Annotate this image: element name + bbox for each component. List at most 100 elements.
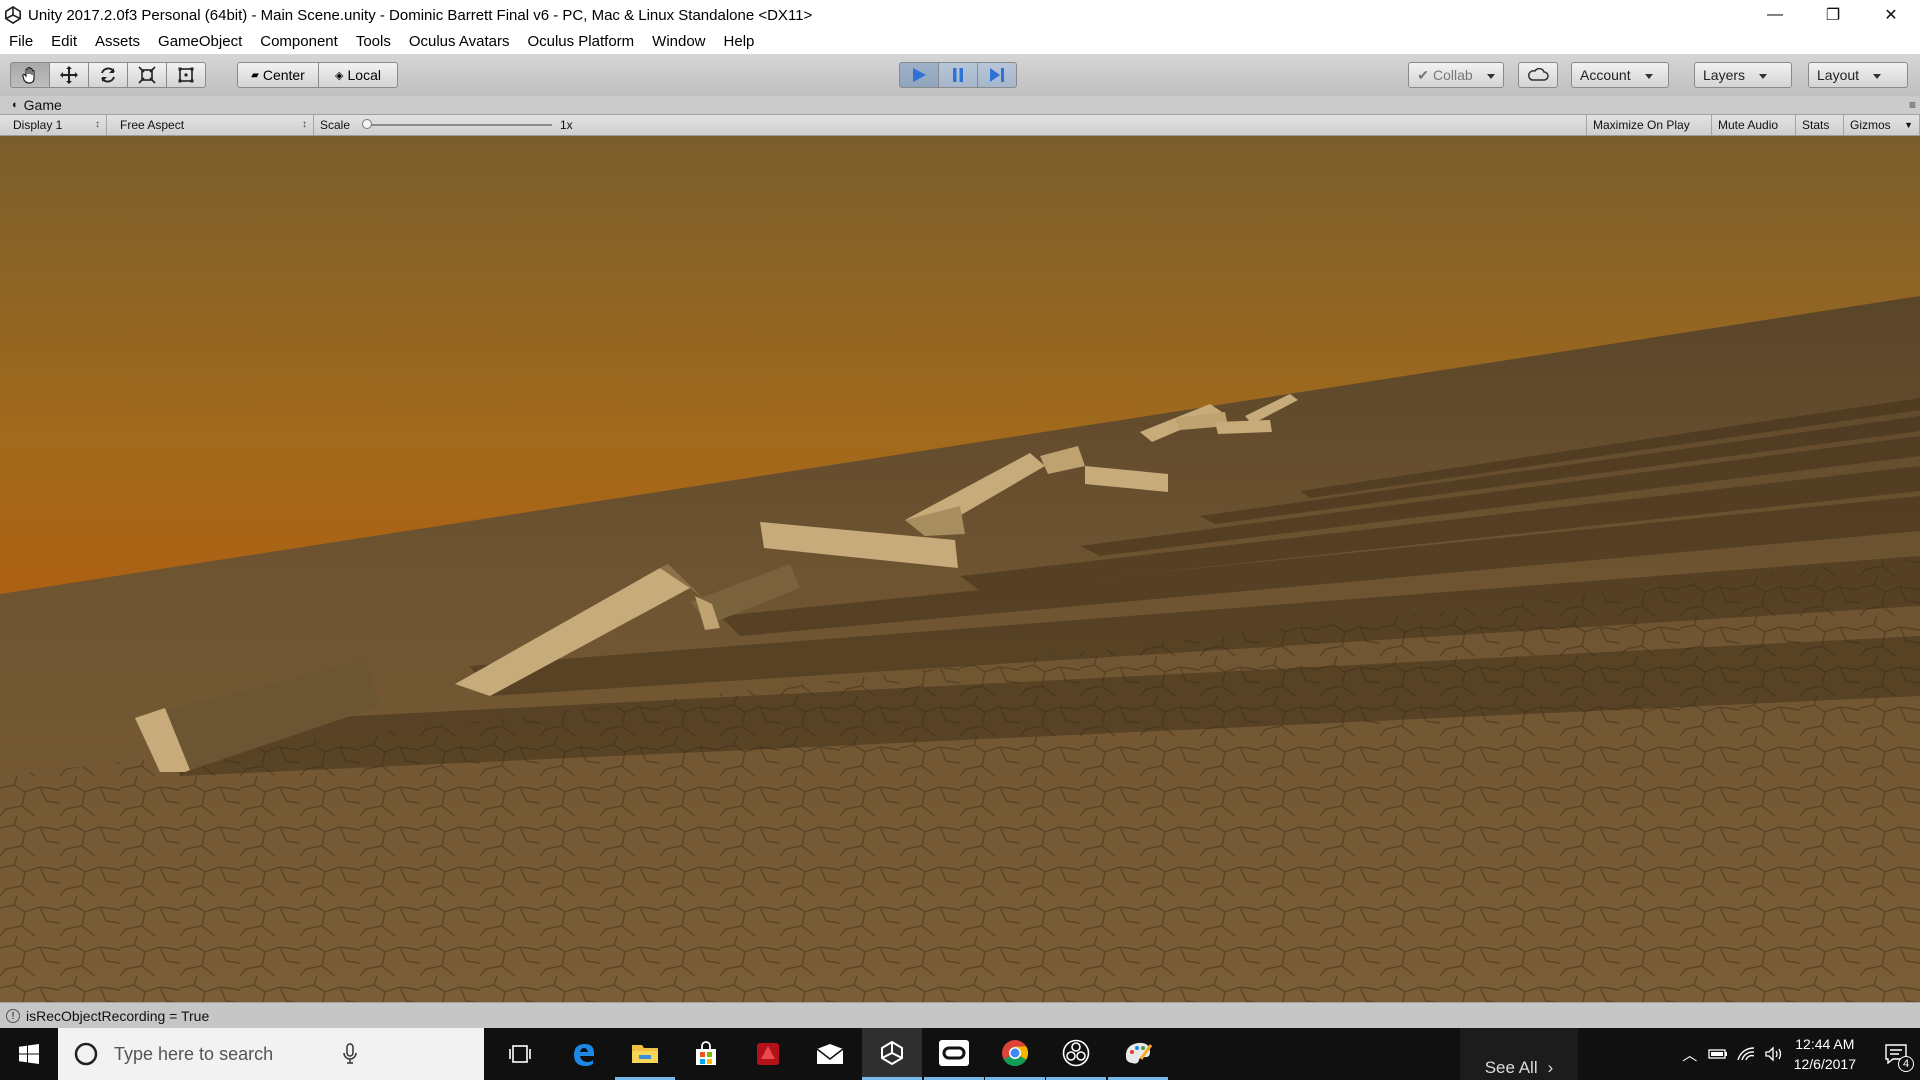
panel-menu-icon[interactable]: ≡ <box>1909 98 1916 112</box>
menu-component[interactable]: Component <box>251 30 347 54</box>
clock[interactable]: 12:44 AM 12/6/2017 <box>1794 1034 1856 1074</box>
menu-help[interactable]: Help <box>715 30 764 54</box>
clock-time: 12:44 AM <box>1795 1036 1855 1052</box>
unity-logo-icon <box>4 6 22 24</box>
cortana-icon <box>74 1042 98 1066</box>
unity-icon <box>881 1040 903 1065</box>
menu-edit[interactable]: Edit <box>42 30 86 54</box>
gizmos-dropdown[interactable]: Gizmos ▼ <box>1844 115 1920 135</box>
battery-glyph <box>1708 1049 1727 1059</box>
game-control-bar: Display 1 Free Aspect Scale 1x Maximize … <box>0 115 1920 136</box>
task-view-button[interactable] <box>490 1028 550 1080</box>
check-icon: ✔ <box>1417 66 1430 83</box>
rotate-tool-button[interactable] <box>88 62 128 88</box>
taskbar-obs[interactable] <box>1046 1028 1106 1080</box>
account-dropdown[interactable]: Account <box>1571 62 1669 88</box>
volume-icon[interactable] <box>1760 1028 1788 1080</box>
minimize-button[interactable]: — <box>1746 0 1804 30</box>
menu-window[interactable]: Window <box>643 30 714 54</box>
restore-button[interactable]: ❐ <box>1804 0 1862 30</box>
collab-label: Collab <box>1433 67 1495 83</box>
pivot-icon: ▰ <box>251 69 259 81</box>
status-message[interactable]: isRecObjectRecording = True <box>26 1008 209 1024</box>
scale-tool-button[interactable] <box>127 62 167 88</box>
action-center-button[interactable]: 4 <box>1872 1028 1920 1080</box>
red-app-icon <box>757 1043 779 1065</box>
task-view-icon <box>509 1045 531 1063</box>
game-controller-icon: ◐ <box>12 99 19 111</box>
game-tab-label: Game <box>23 97 62 113</box>
taskbar-file-explorer[interactable] <box>615 1028 675 1080</box>
windows-logo-icon <box>19 1044 39 1064</box>
rect-tool-button[interactable] <box>166 62 206 88</box>
pivot-center-button[interactable]: ▰ Center <box>237 62 319 88</box>
microphone-icon[interactable] <box>342 1043 358 1065</box>
pivot-toggles: ▰ Center ◈ Local <box>237 62 398 88</box>
play-button[interactable] <box>899 62 939 88</box>
menu-oculus-avatars[interactable]: Oculus Avatars <box>400 30 519 54</box>
scale-slider-thumb[interactable] <box>362 119 372 129</box>
mail-icon <box>816 1044 844 1064</box>
cloud-button[interactable] <box>1518 62 1558 88</box>
taskbar-edge[interactable] <box>554 1028 614 1080</box>
display-select[interactable]: Display 1 <box>7 115 107 135</box>
wifi-icon[interactable] <box>1732 1028 1760 1080</box>
taskbar-red-app[interactable] <box>738 1028 798 1080</box>
chrome-icon <box>1002 1039 1029 1066</box>
step-button[interactable] <box>977 62 1017 88</box>
store-icon <box>696 1041 716 1065</box>
close-button[interactable]: ✕ <box>1862 0 1920 30</box>
menu-tools[interactable]: Tools <box>347 30 400 54</box>
maximize-on-play-toggle[interactable]: Maximize On Play <box>1586 115 1712 135</box>
file-explorer-icon <box>632 1044 658 1063</box>
see-all-label: See All <box>1484 1058 1538 1077</box>
mute-audio-toggle[interactable]: Mute Audio <box>1712 115 1796 135</box>
taskbar-store[interactable] <box>676 1028 736 1080</box>
scale-slider-track[interactable] <box>366 124 552 126</box>
scale-icon <box>138 66 156 84</box>
start-button[interactable] <box>0 1028 58 1080</box>
menu-gameobject[interactable]: GameObject <box>149 30 251 54</box>
pause-button[interactable] <box>938 62 978 88</box>
title-bar: Unity 2017.2.0f3 Personal (64bit) - Main… <box>0 0 1920 30</box>
see-all-link[interactable]: See All › <box>1460 1028 1578 1080</box>
layers-dropdown[interactable]: Layers <box>1694 62 1792 88</box>
menu-oculus-platform[interactable]: Oculus Platform <box>518 30 643 54</box>
tab-game[interactable]: ◐ Game <box>12 96 62 114</box>
pivot-local-button[interactable]: ◈ Local <box>318 62 398 88</box>
battery-icon[interactable] <box>1704 1028 1732 1080</box>
layout-dropdown[interactable]: Layout <box>1808 62 1908 88</box>
gizmos-label: Gizmos <box>1850 118 1891 132</box>
local-label: Local <box>347 67 381 83</box>
edge-icon <box>574 1044 594 1066</box>
menu-assets[interactable]: Assets <box>86 30 149 54</box>
window-title: Unity 2017.2.0f3 Personal (64bit) - Main… <box>28 6 813 24</box>
taskbar-mail[interactable] <box>800 1028 860 1080</box>
move-tool-button[interactable] <box>49 62 89 88</box>
show-hidden-icons-button[interactable]: ︿ <box>1676 1028 1704 1080</box>
collab-button[interactable]: ✔ Collab <box>1408 62 1504 88</box>
hand-tool-button[interactable] <box>10 62 50 88</box>
taskbar-unity[interactable] <box>862 1028 922 1080</box>
chevron-up-icon: ︿ <box>1682 1046 1698 1064</box>
system-tray: ︿ 12:44 AM 12/6/2017 4 <box>1676 1028 1920 1080</box>
aspect-select[interactable]: Free Aspect <box>114 115 314 135</box>
taskbar-search[interactable]: Type here to search <box>58 1028 484 1080</box>
paint-icon <box>1125 1042 1153 1064</box>
step-icon <box>990 68 1004 82</box>
volume-glyph <box>1765 1046 1781 1062</box>
play-icon <box>913 68 926 82</box>
notification-count-badge: 4 <box>1898 1056 1914 1072</box>
toolbar: ▰ Center ◈ Local ✔ Collab Account Layers… <box>0 54 1920 97</box>
taskbar-paint[interactable] <box>1108 1028 1168 1080</box>
menu-file[interactable]: File <box>0 30 42 54</box>
scale-label: Scale <box>320 118 351 132</box>
game-viewport[interactable] <box>0 136 1920 1002</box>
rotate-icon <box>101 67 115 83</box>
taskbar-chrome[interactable] <box>985 1028 1045 1080</box>
chevron-right-icon: › <box>1547 1058 1554 1077</box>
taskbar-oculus[interactable] <box>924 1028 984 1080</box>
pivot-label: Center <box>262 67 305 83</box>
search-placeholder: Type here to search <box>114 1043 274 1064</box>
stats-toggle[interactable]: Stats <box>1796 115 1844 135</box>
